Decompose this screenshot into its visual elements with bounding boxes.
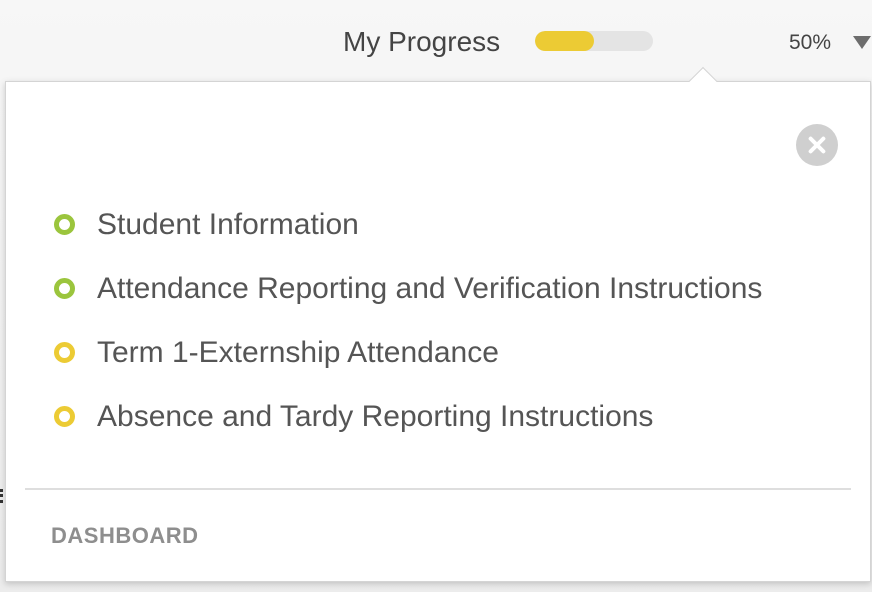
- partial-menu-icon: [0, 489, 4, 503]
- lesson-item[interactable]: Term 1-Externship Attendance: [53, 333, 843, 373]
- status-ring-icon: [54, 342, 75, 363]
- close-button[interactable]: [796, 124, 838, 166]
- progress-dropdown-panel: Student Information Attendance Reporting…: [5, 81, 871, 582]
- lesson-item[interactable]: Attendance Reporting and Verification In…: [53, 269, 843, 309]
- progress-dropdown-toggle[interactable]: [848, 34, 872, 54]
- lesson-label: Attendance Reporting and Verification In…: [97, 272, 763, 305]
- lesson-label: Absence and Tardy Reporting Instructions: [97, 400, 654, 433]
- divider: [25, 488, 851, 490]
- progress-bar-fill: [535, 31, 594, 51]
- page: My Progress 50% Student Information Atte…: [0, 0, 872, 592]
- lesson-label: Term 1-Externship Attendance: [97, 336, 499, 369]
- progress-title: My Progress: [343, 26, 501, 57]
- triangle-down-icon: [853, 36, 871, 49]
- status-ring-icon: [54, 278, 75, 299]
- progress-bar: [535, 31, 653, 51]
- lesson-item[interactable]: Student Information: [53, 205, 843, 245]
- progress-percent: 50%: [789, 31, 832, 54]
- status-ring-icon: [54, 214, 75, 235]
- dashboard-link[interactable]: DASHBOARD: [51, 523, 199, 549]
- lesson-label: Student Information: [97, 208, 359, 241]
- status-ring-icon: [54, 406, 75, 427]
- progress-header: My Progress 50%: [0, 0, 872, 84]
- lesson-item[interactable]: Absence and Tardy Reporting Instructions: [53, 397, 843, 437]
